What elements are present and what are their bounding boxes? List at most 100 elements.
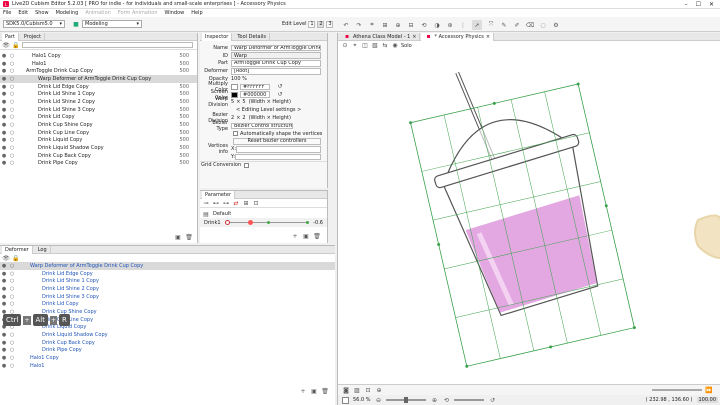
glue-icon[interactable]: ⊕ bbox=[394, 21, 402, 29]
parameter-row-drink1[interactable]: Drink1 -0.6 bbox=[200, 218, 327, 227]
maximize-button[interactable]: ☐ bbox=[696, 1, 701, 8]
grid-vertex[interactable] bbox=[409, 121, 413, 125]
eye-icon[interactable]: ● bbox=[0, 355, 8, 361]
reset-icon[interactable]: ↺ bbox=[276, 83, 284, 91]
list-item[interactable]: ● ○ Halo1 bbox=[0, 362, 335, 370]
delete-icon[interactable]: 🗑 bbox=[313, 232, 321, 240]
close-icon[interactable]: × bbox=[486, 34, 490, 40]
lock-icon[interactable]: ○ bbox=[8, 68, 16, 74]
menu-edit[interactable]: Edit bbox=[18, 10, 28, 16]
tab-accessory-physics[interactable]: ▪ * Accessory Physics × bbox=[421, 32, 495, 41]
sdk-select[interactable]: SDK5.0/Cubism5.0 ▾ bbox=[3, 20, 65, 28]
lock-icon[interactable]: ○ bbox=[8, 263, 16, 269]
menu-animation[interactable]: Animation bbox=[85, 10, 111, 16]
eye-icon[interactable]: ● bbox=[0, 263, 8, 269]
solo-label[interactable]: Solo bbox=[401, 43, 412, 49]
zoom-value[interactable]: 56.0 % bbox=[353, 397, 370, 403]
warp-icon[interactable]: ⊟ bbox=[407, 21, 415, 29]
eye-icon[interactable]: ● bbox=[0, 363, 8, 369]
zoom-out-icon[interactable]: ⊖ bbox=[374, 396, 382, 404]
list-item[interactable]: ● ○ Drink Lid Edge Copy bbox=[0, 270, 335, 278]
image-icon[interactable]: ▧ bbox=[371, 42, 379, 50]
fast-forward-icon[interactable]: ⏩ bbox=[705, 386, 713, 394]
split-icon[interactable]: ⊶ bbox=[222, 199, 230, 207]
zoom-in-icon[interactable]: ⊕ bbox=[430, 396, 438, 404]
list-item[interactable]: ● ○ Drink Lid Shine 3 Copy bbox=[0, 293, 335, 301]
transform-icon[interactable]: ⤧ bbox=[487, 21, 495, 29]
reset-view-icon[interactable]: ↺ bbox=[488, 396, 496, 404]
grid-vertex[interactable] bbox=[465, 364, 469, 369]
delete-icon[interactable]: 🗑 bbox=[185, 233, 193, 241]
add-icon[interactable]: + bbox=[291, 232, 299, 240]
lock-icon[interactable]: ○ bbox=[8, 107, 16, 113]
lock-icon[interactable]: ○ bbox=[8, 278, 16, 284]
list-item[interactable]: ● ○ Drink Liquid Copy 500 bbox=[0, 137, 197, 145]
tab-inspector[interactable]: Inspector bbox=[202, 32, 233, 41]
delete-icon[interactable]: 🗑 bbox=[321, 387, 329, 395]
edit-level-3[interactable]: 3 bbox=[326, 21, 334, 28]
lock-icon[interactable]: ○ bbox=[8, 53, 16, 59]
tab-log[interactable]: Log bbox=[35, 245, 51, 254]
eye-icon[interactable]: ● bbox=[0, 278, 8, 284]
eye-icon[interactable]: ● bbox=[0, 153, 8, 159]
lock-icon[interactable]: ○ bbox=[8, 271, 16, 277]
lock-icon[interactable]: ○ bbox=[8, 363, 16, 369]
keyform-icon[interactable]: ⊷ bbox=[212, 199, 220, 207]
warp-div-height[interactable]: 5 bbox=[242, 99, 245, 105]
menu-help[interactable]: Help bbox=[191, 10, 202, 16]
redo-icon[interactable]: ↷ bbox=[355, 21, 363, 29]
opacity-value[interactable]: 100 % bbox=[231, 76, 247, 82]
add-icon[interactable]: + bbox=[299, 387, 307, 395]
list-item[interactable]: ● ○ Drink Lid Shine 1 Copy 500 bbox=[0, 90, 197, 98]
folder-icon[interactable]: ▣ bbox=[302, 232, 310, 240]
rotate-slider[interactable] bbox=[454, 399, 485, 401]
lock-icon[interactable]: ○ bbox=[8, 294, 16, 300]
grid-vertex[interactable] bbox=[632, 326, 637, 330]
eye-icon[interactable]: ● bbox=[0, 160, 8, 166]
list-item[interactable]: ● ○ Warp Deformer of ArmToggle Drink Cup C… bbox=[0, 262, 335, 270]
eye-icon[interactable]: ● bbox=[0, 122, 8, 128]
name-input[interactable]: Warp Deformer of ArmToggle Drink Cup Co bbox=[231, 44, 321, 52]
slider-key-mid[interactable] bbox=[266, 220, 270, 224]
grid-icon[interactable]: ⊡ bbox=[252, 199, 260, 207]
edit-level-1[interactable]: 1 bbox=[308, 21, 316, 28]
id-input[interactable]: Warp bbox=[231, 52, 321, 59]
eye-icon[interactable]: 👁 bbox=[2, 254, 10, 262]
screen-color-swatch[interactable] bbox=[231, 91, 238, 98]
tab-parameter[interactable]: Parameter bbox=[202, 190, 236, 199]
lock-icon[interactable]: ○ bbox=[8, 160, 16, 166]
list-item[interactable]: ● ○ Drink Liquid Shadow Copy 500 bbox=[0, 144, 197, 152]
lock-icon[interactable]: ○ bbox=[8, 114, 16, 120]
grid-vertex[interactable] bbox=[576, 82, 580, 86]
reset-bezier-button[interactable]: Reset bezier controllers bbox=[233, 138, 321, 145]
eye-icon[interactable]: ● bbox=[0, 347, 8, 353]
lock-icon[interactable]: ○ bbox=[8, 130, 16, 136]
menu-form-animation[interactable]: Form Animation bbox=[118, 10, 158, 16]
canvas-color-swatch[interactable] bbox=[342, 396, 349, 404]
deformer-icon[interactable]: ⊞ bbox=[381, 21, 389, 29]
eye-icon[interactable]: ● bbox=[0, 114, 8, 120]
eye-icon[interactable]: ● bbox=[0, 340, 8, 346]
slider-key-min[interactable] bbox=[224, 219, 230, 225]
list-item[interactable]: ● ○ Halo1 Copy bbox=[0, 354, 335, 362]
list-item[interactable]: ● ○ Drink Cup Shine Copy 500 bbox=[0, 121, 197, 129]
warp-div-width[interactable]: 5 bbox=[231, 99, 234, 105]
zoom-slider-handle[interactable] bbox=[404, 397, 409, 403]
list-item[interactable]: ● ○ Halo1 500 bbox=[0, 60, 197, 68]
lock-icon[interactable]: ○ bbox=[8, 355, 16, 361]
list-item[interactable]: ● ○ Halo1 Copy 500 bbox=[0, 52, 197, 60]
edit-level-2[interactable]: 2 bbox=[317, 21, 325, 28]
eye-icon[interactable]: ● bbox=[0, 76, 8, 82]
eye-icon[interactable]: ● bbox=[0, 301, 8, 307]
close-button[interactable]: ✕ bbox=[709, 1, 714, 8]
eye-icon[interactable]: ● bbox=[0, 130, 8, 136]
list-item[interactable]: ● ○ Drink Cup Back Copy bbox=[0, 339, 335, 347]
auto-shape-checkbox[interactable] bbox=[233, 131, 238, 137]
settings-icon[interactable]: ⚙ bbox=[552, 21, 560, 29]
link-icon[interactable]: ⊸ bbox=[202, 199, 210, 207]
list-item[interactable]: ● ○ Drink Lid Shine 2 Copy bbox=[0, 285, 335, 293]
lock-icon[interactable]: ○ bbox=[8, 145, 16, 151]
vertex-icon[interactable]: ⋮ bbox=[459, 21, 467, 29]
eye-icon[interactable]: ● bbox=[0, 294, 8, 300]
lock-icon[interactable]: 🔒 bbox=[12, 254, 20, 262]
